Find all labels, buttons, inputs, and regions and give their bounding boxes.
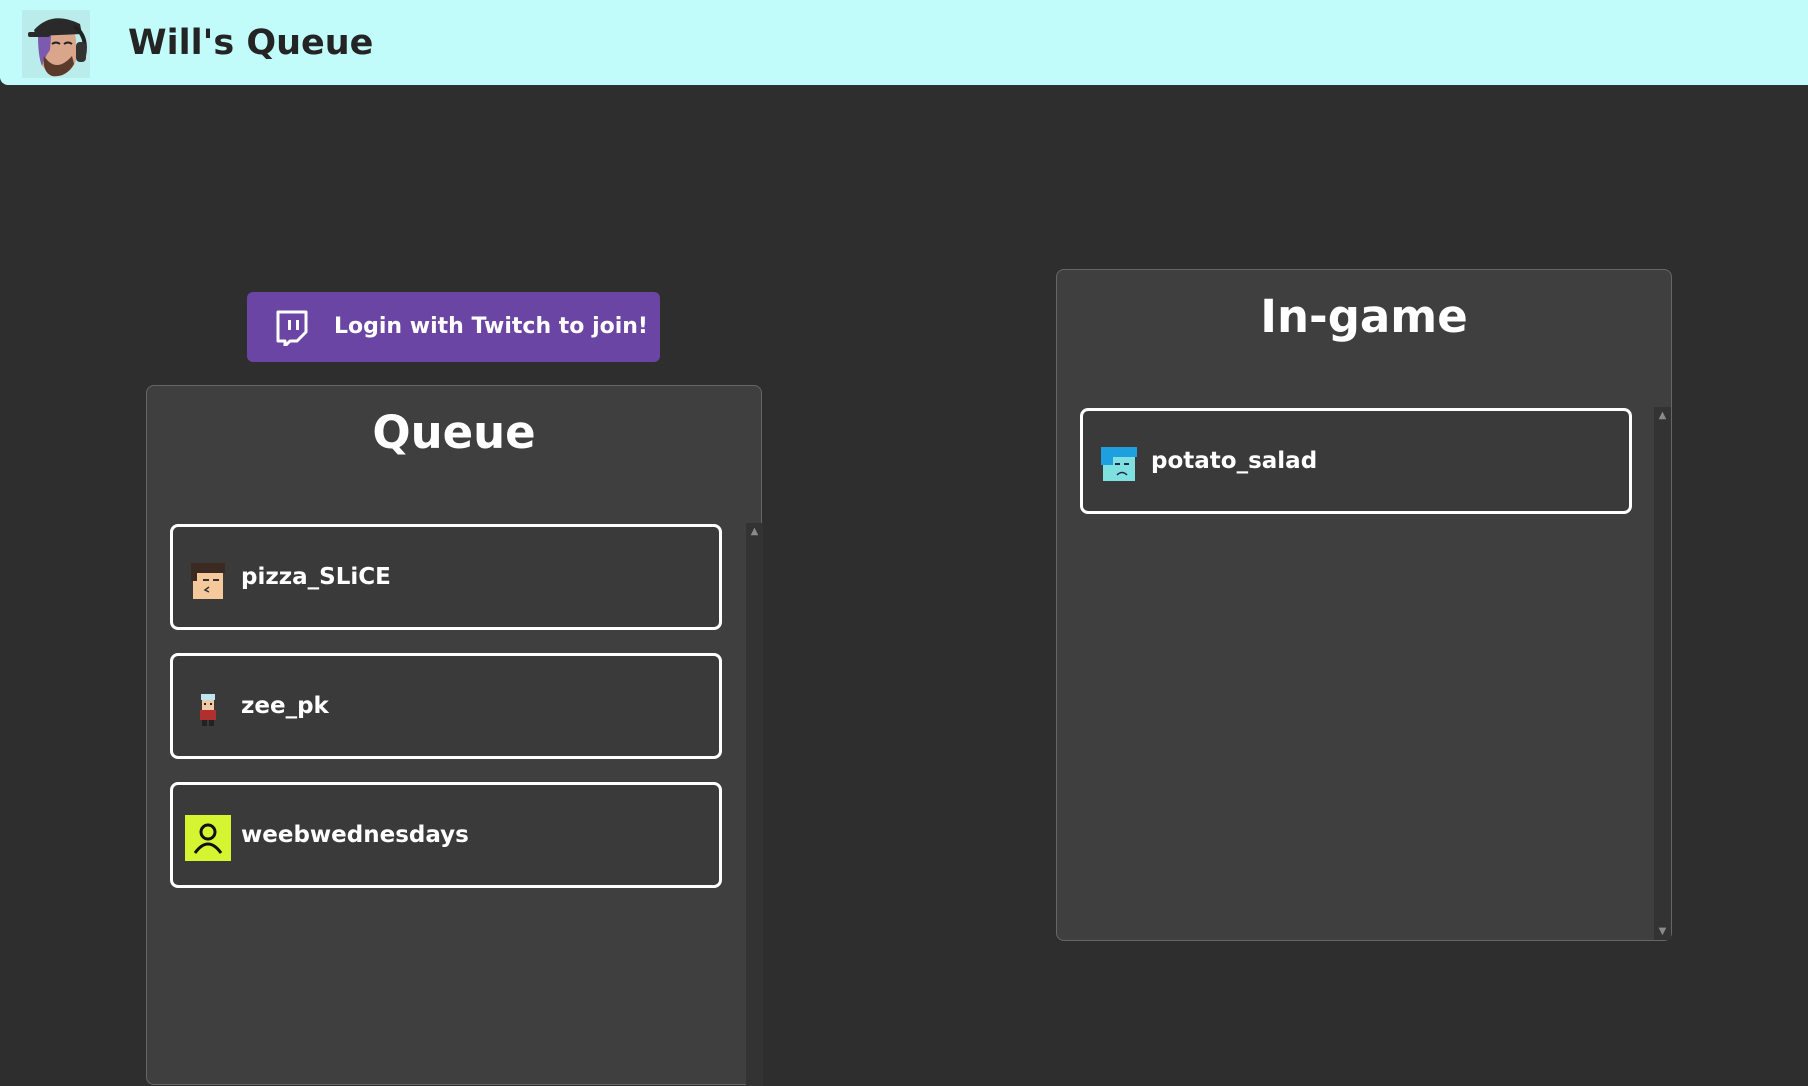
site-title: Will's Queue	[128, 23, 374, 63]
scroll-up-icon[interactable]: ▲	[1654, 407, 1671, 424]
site-logo-icon[interactable]	[22, 10, 90, 78]
scroll-up-icon[interactable]: ▲	[746, 523, 763, 540]
queue-panel: Queue pizza_SLiCE zee_pk weebwednesdays …	[146, 385, 763, 1086]
queue-user-card[interactable]: zee_pk	[170, 653, 722, 759]
queue-username: weebwednesdays	[241, 822, 469, 848]
pixel-face-avatar-icon	[185, 557, 231, 603]
ingame-scrollbar[interactable]: ▲ ▼	[1654, 407, 1671, 940]
ingame-username: potato_salad	[1151, 448, 1318, 474]
twitch-icon	[275, 310, 309, 348]
top-header: Will's Queue	[0, 0, 1808, 85]
queue-username: pizza_SLiCE	[241, 564, 391, 590]
ingame-user-card[interactable]: potato_salad	[1080, 408, 1632, 514]
pixel-blue-face-avatar-icon	[1095, 441, 1141, 487]
queue-title: Queue	[372, 406, 536, 459]
queue-user-card[interactable]: pizza_SLiCE	[170, 524, 722, 630]
queue-username: zee_pk	[241, 693, 329, 719]
queue-user-card[interactable]: weebwednesdays	[170, 782, 722, 888]
pixel-character-avatar-icon	[185, 686, 231, 732]
queue-scrollbar[interactable]: ▲	[746, 523, 763, 1086]
scroll-down-icon[interactable]: ▼	[1654, 923, 1671, 940]
login-button-label: Login with Twitch to join!	[334, 314, 648, 339]
ingame-title: In-game	[1260, 290, 1468, 343]
login-with-twitch-button[interactable]: Login with Twitch to join!	[247, 292, 660, 362]
default-user-avatar-icon	[185, 815, 231, 861]
ingame-panel: In-game potato_salad ▲ ▼	[1056, 269, 1672, 941]
